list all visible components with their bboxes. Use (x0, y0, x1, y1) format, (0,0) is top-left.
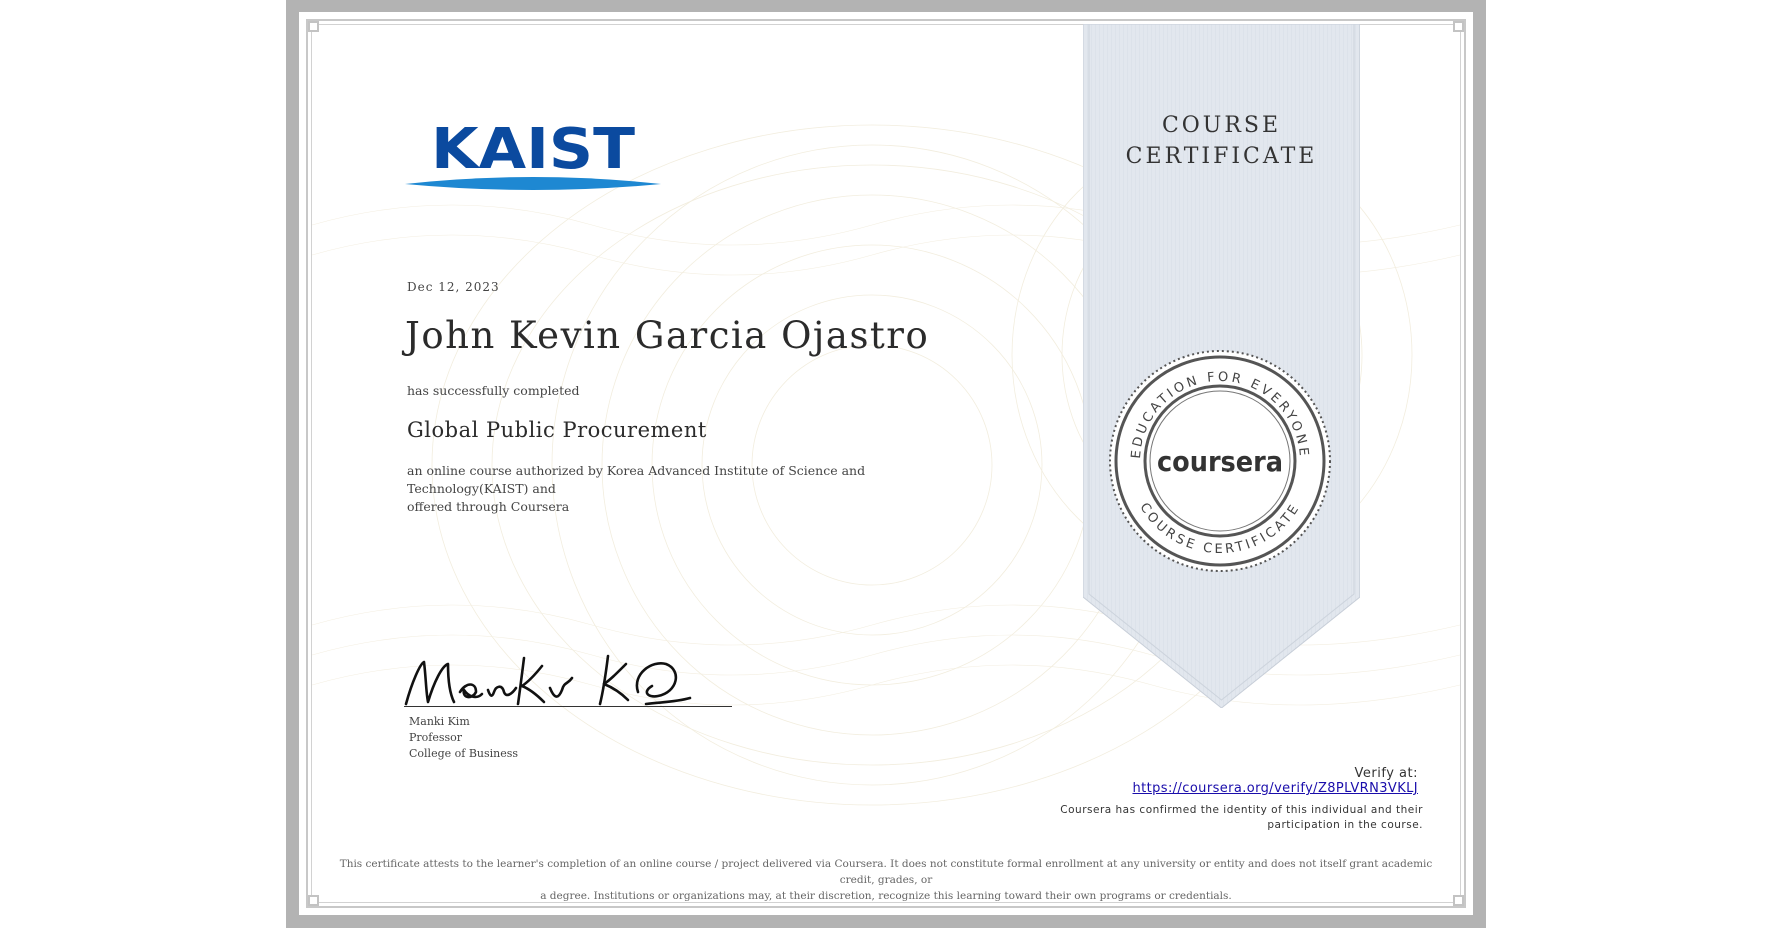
ribbon-title-line2: CERTIFICATE (1125, 144, 1318, 169)
identity-confirmation: Coursera has confirmed the identity of t… (1030, 803, 1423, 833)
course-authorization-line1: an online course authorized by Korea Adv… (407, 463, 866, 496)
corner-ornament-top-right (1453, 21, 1464, 32)
certificate-disclaimer: This certificate attests to the learner'… (330, 856, 1442, 904)
course-title: Global Public Procurement (407, 418, 707, 442)
course-authorization: an online course authorized by Korea Adv… (407, 462, 977, 516)
completion-statement: has successfully completed (407, 383, 580, 398)
signer-department: College of Business (409, 747, 519, 760)
recipient-name: John Kevin Garcia Ojastro (405, 314, 930, 357)
ribbon-title-line1: COURSE (1161, 113, 1282, 138)
signature-line (404, 706, 732, 707)
kaist-logo: KAIST (405, 118, 661, 190)
signer-block: Manki Kim Professor College of Business (409, 714, 518, 762)
corner-ornament-top-left (308, 21, 319, 32)
signer-title: Professor (409, 731, 463, 744)
course-authorization-line2: offered through Coursera (407, 499, 570, 514)
signer-name: Manki Kim (409, 715, 470, 728)
signature-image (404, 654, 692, 706)
verify-label: Verify at: (1354, 766, 1418, 781)
ribbon-title: COURSE CERTIFICATE (1083, 110, 1360, 172)
seal-center-wordmark: coursera (1157, 445, 1283, 478)
identity-confirmation-line2: participation in the course. (1267, 819, 1423, 831)
kaist-logo-wordmark: KAIST (431, 118, 635, 182)
disclaimer-line2: a degree. Institutions or organizations … (540, 890, 1232, 902)
coursera-seal: EDUCATION FOR EVERYONE COURSE CERTIFICAT… (1109, 350, 1331, 572)
issue-date: Dec 12, 2023 (407, 280, 500, 294)
disclaimer-line1: This certificate attests to the learner'… (339, 858, 1433, 886)
identity-confirmation-line1: Coursera has confirmed the identity of t… (1060, 804, 1423, 816)
corner-ornament-bottom-right (1453, 895, 1464, 906)
corner-ornament-bottom-left (308, 895, 319, 906)
verify-link[interactable]: https://coursera.org/verify/Z8PLVRN3VKLJ (1080, 781, 1418, 796)
